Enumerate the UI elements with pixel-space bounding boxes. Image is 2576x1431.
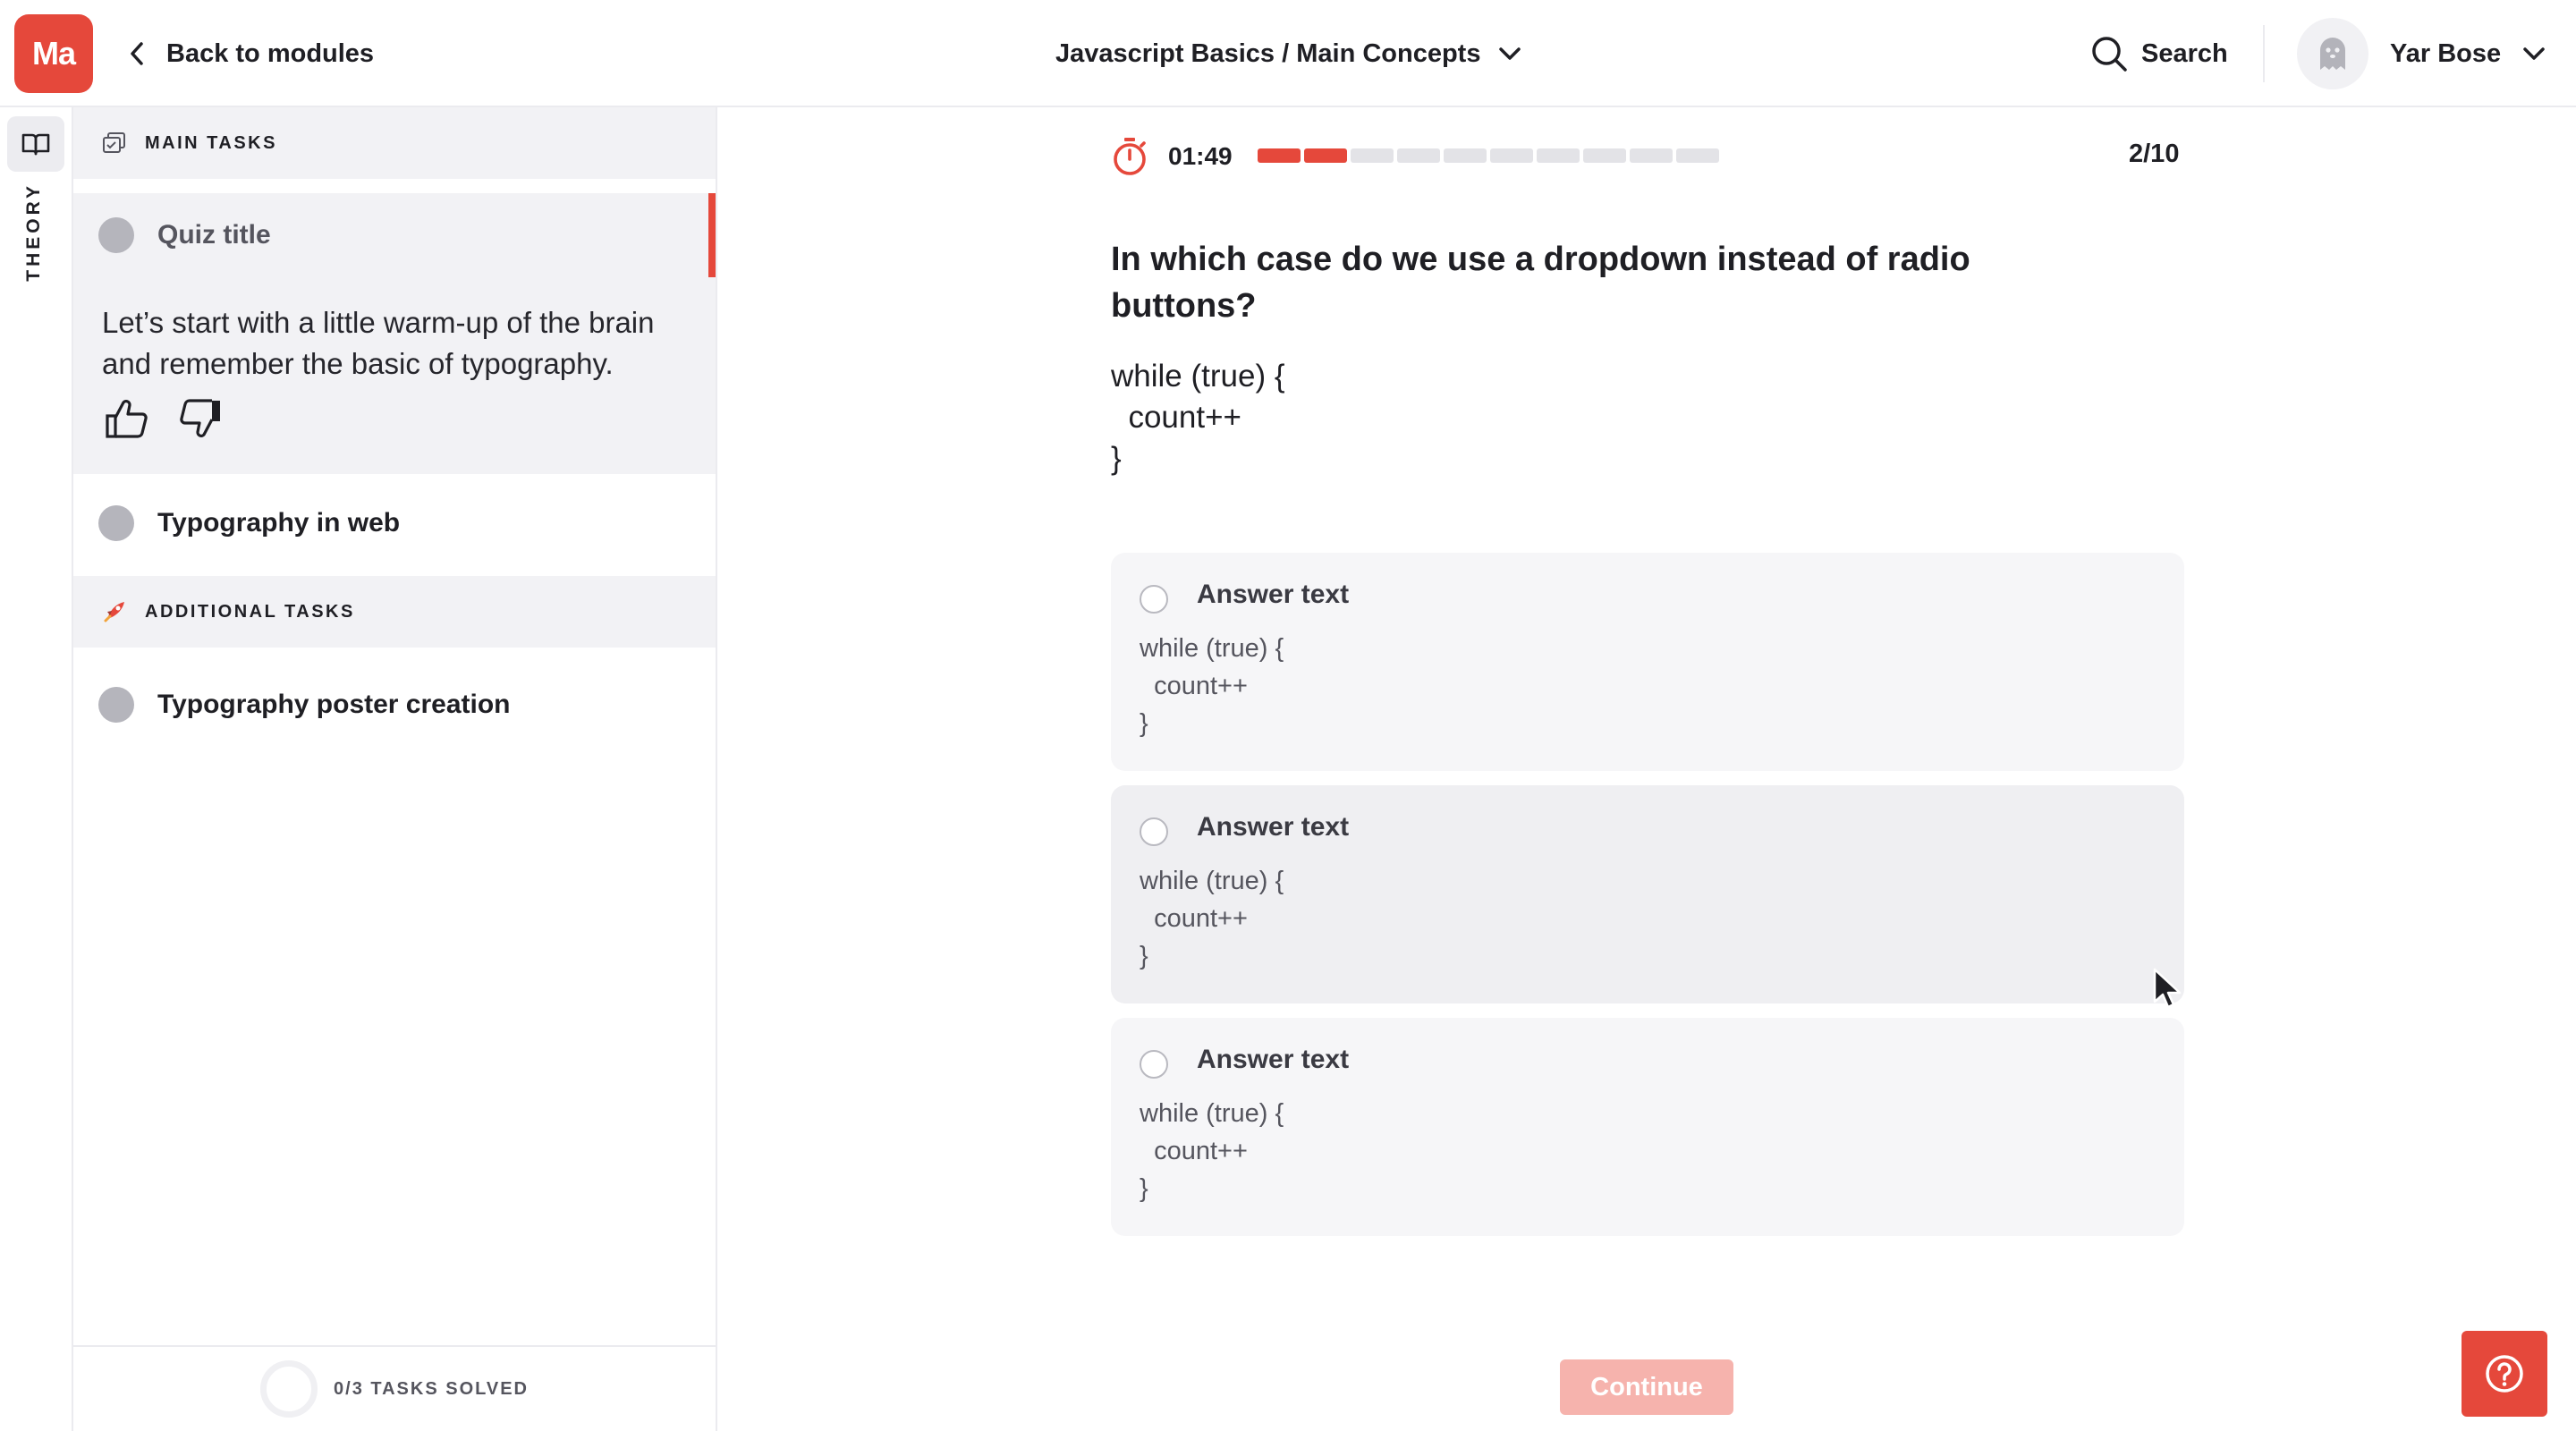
back-to-modules-button[interactable]: Back to modules [129,32,374,75]
mouse-cursor-icon [2153,968,2182,1009]
header-divider [2263,25,2265,82]
active-indicator [708,193,716,277]
chevron-left-icon [131,42,143,65]
stopwatch-icon [1114,138,1146,175]
app-logo[interactable]: Ma [14,14,93,93]
answer-title: Answer text [1197,580,1350,609]
progress-segment [1304,148,1347,163]
task-status-dot [98,687,134,723]
progress-segment [1444,148,1487,163]
thumbs-up-icon [106,400,148,438]
progress-segment [1583,148,1626,163]
answer-code: while (true) { count++ } [1140,1099,1284,1203]
additional-tasks-label: ADDITIONAL TASKS [145,601,355,622]
answer-option-1[interactable]: Answer text while (true) { count++ } [1111,553,2184,771]
answer-title: Answer text [1197,1045,1350,1074]
theory-label: THEORY [23,182,44,282]
rocket-icon [104,602,124,622]
tasks-checklist-icon [103,132,125,153]
chevron-down-icon [2523,47,2545,60]
progress-segment [1537,148,1580,163]
search-button[interactable]: Search [2089,30,2228,77]
task-status-dot [98,217,134,253]
sidebar-item-typography-in-web[interactable]: Typography in web [73,474,716,572]
ghost-avatar-icon [2320,38,2345,70]
additional-tasks-header: ADDITIONAL TASKS [73,576,716,648]
theory-toggle-button[interactable] [7,116,64,172]
avatar[interactable] [2297,18,2368,89]
question-counter: 2/10 [2129,140,2180,168]
course-breadcrumb-dropdown[interactable]: Javascript Basics / Main Concepts [1055,32,1521,75]
thumbs-down-icon [180,399,220,437]
question-progress-bar [1258,148,1719,163]
top-header: Ma Back to modules Javascript Basics / M… [0,0,2576,107]
thumbs-down-button[interactable] [174,394,227,444]
answer-option-2[interactable]: Answer text while (true) { count++ } [1111,785,2184,1003]
sidebar-item-typography-poster[interactable]: Typography poster creation [73,662,716,748]
progress-segment [1397,148,1440,163]
main-tasks-label: MAIN TASKS [145,132,277,153]
chevron-down-icon [1499,47,1521,60]
search-label: Search [2141,38,2228,68]
task-label: Quiz title [157,220,271,250]
answer-title: Answer text [1197,812,1350,842]
task-description-panel: Let’s start with a little warm-up of the… [73,277,716,474]
thumbs-up-button[interactable] [100,394,154,444]
tasks-progress-footer: 0/3 TASKS SOLVED [73,1345,716,1431]
progress-segment [1490,148,1533,163]
search-icon [2092,37,2127,72]
task-status-dot [98,505,134,541]
answer-option-3[interactable]: Answer text while (true) { count++ } [1111,1018,2184,1236]
task-description: Let’s start with a little warm-up of the… [102,306,655,380]
task-sidebar: MAIN TASKS Quiz title Let’s start with a… [73,107,717,1431]
answer-radio[interactable] [1140,1050,1168,1079]
left-rail: THEORY [0,107,73,1431]
back-label: Back to modules [166,38,375,68]
book-open-icon [21,133,50,156]
continue-button[interactable]: Continue [1560,1359,1733,1415]
progress-segment [1676,148,1719,163]
user-menu[interactable]: Yar Bose [2390,32,2546,75]
progress-segment [1351,148,1394,163]
task-label: Typography in web [157,508,401,538]
user-name: Yar Bose [2390,38,2502,68]
task-label: Typography poster creation [157,690,511,719]
question-text: In which case do we use a dropdown inste… [1111,241,1970,325]
main-tasks-header: MAIN TASKS [73,107,716,179]
progress-ring [260,1360,318,1418]
answer-radio[interactable] [1140,817,1168,846]
question-code: while (true) { count++ } [1111,359,1285,476]
help-question-icon [2486,1355,2523,1393]
breadcrumb-text: Javascript Basics / Main Concepts [1055,38,1481,68]
answer-code: while (true) { count++ } [1140,867,1284,970]
quiz-timer: 01:49 [1111,134,1233,179]
answer-radio[interactable] [1140,585,1168,614]
sidebar-item-quiz-title[interactable]: Quiz title [73,193,716,277]
answer-code: while (true) { count++ } [1140,634,1284,738]
help-button[interactable] [2462,1331,2547,1417]
tasks-solved-label: 0/3 TASKS SOLVED [334,1378,529,1399]
progress-segment [1258,148,1301,163]
timer-value: 01:49 [1168,142,1233,170]
progress-segment [1630,148,1673,163]
